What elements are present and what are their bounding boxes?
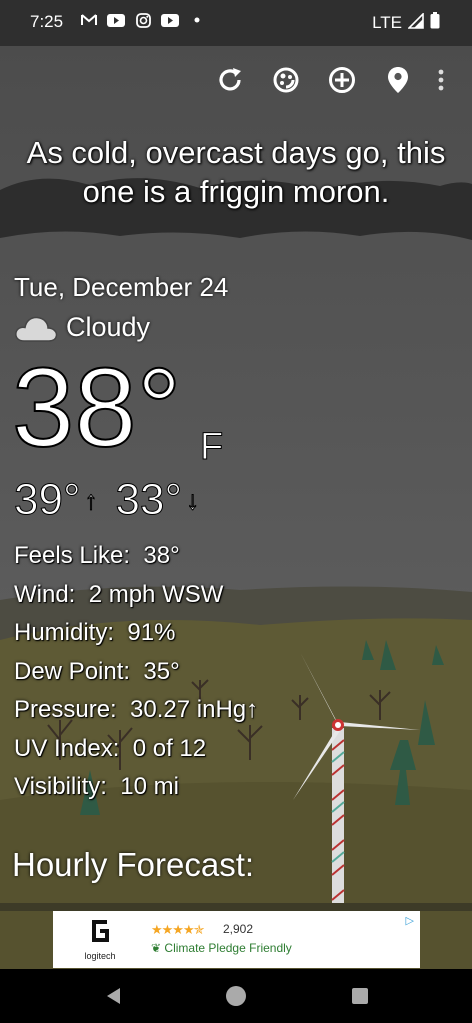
- dot-icon: [188, 12, 206, 28]
- add-location-button[interactable]: [314, 60, 370, 100]
- back-button[interactable]: [101, 983, 127, 1009]
- detail-value: 30.27 inHg↑: [130, 696, 259, 723]
- climate-pledge: ❦ Climate Pledge Friendly: [151, 941, 292, 955]
- more-options-button[interactable]: [426, 60, 456, 100]
- detail-label: UV Index:: [14, 734, 120, 762]
- battery-icon: [430, 12, 440, 34]
- top-toolbar: [202, 60, 456, 100]
- navigation-bar: [0, 969, 472, 1023]
- low-temperature: 33°: [115, 475, 183, 525]
- instagram-icon: [134, 12, 152, 28]
- refresh-icon: [219, 68, 241, 91]
- forecast-date: Tue, December 24: [14, 272, 229, 302]
- detail-row-pressure: Pressure: 30.27 inHg↑: [14, 691, 258, 730]
- detail-label: Wind:: [14, 580, 76, 608]
- detail-value: 10 mi: [120, 773, 179, 800]
- youtube-icon: [107, 12, 125, 28]
- back-icon: [107, 988, 120, 1004]
- detail-label: Pressure:: [14, 696, 117, 723]
- rating-stars: ★★★★✯: [151, 922, 205, 937]
- ad-choices-icon[interactable]: ▷: [406, 914, 414, 927]
- weather-details: Feels Like: 38° Wind: 2 mph WSW Humidity…: [14, 537, 258, 807]
- weather-headline: As cold, overcast days go, this one is a…: [26, 135, 446, 209]
- location-pin-icon: [388, 67, 408, 93]
- cloud-icon: [15, 316, 58, 342]
- add-location-icon: [329, 67, 355, 93]
- more-vert-icon: [438, 69, 444, 91]
- brand-name: logitech: [84, 951, 116, 961]
- home-button[interactable]: [223, 983, 249, 1009]
- detail-row-uv-index: UV Index: 0 of 12: [14, 730, 258, 769]
- status-bar: 7:25 LTE: [0, 0, 472, 46]
- refresh-button[interactable]: [202, 60, 258, 100]
- theme-icon: [273, 67, 299, 93]
- detail-value: 0 of 12: [132, 734, 207, 762]
- location-button[interactable]: [370, 60, 426, 100]
- detail-value: 35°: [143, 657, 180, 685]
- high-low-row: 39° ↑ 33° ↓: [14, 475, 200, 525]
- detail-row-wind: Wind: 2 mph WSW: [14, 576, 258, 615]
- temperature-unit: F: [199, 426, 224, 469]
- status-right: LTE: [372, 11, 440, 34]
- down-arrow-icon: ↓: [186, 484, 200, 515]
- signal-icon: [407, 11, 424, 34]
- network-type: LTE: [372, 13, 402, 32]
- home-icon: [226, 986, 246, 1006]
- recents-icon: [352, 988, 368, 1004]
- detail-row-visibility: Visibility: 10 mi: [14, 768, 258, 807]
- ad-banner[interactable]: logitech ★★★★✯ 2,902 ❦ Climate Pledge Fr…: [53, 911, 420, 968]
- recents-button[interactable]: [347, 983, 373, 1009]
- pledge-label: Climate Pledge Friendly: [164, 941, 292, 955]
- youtube-icon: [161, 12, 179, 28]
- detail-label: Humidity:: [14, 619, 115, 646]
- detail-row-feels-like: Feels Like: 38°: [14, 537, 258, 576]
- condition-label: Cloudy: [66, 312, 151, 342]
- leaf-icon: ❦: [151, 941, 162, 955]
- theme-button[interactable]: [258, 60, 314, 100]
- detail-value: 38°: [143, 542, 180, 569]
- current-temperature: 38°: [11, 345, 182, 470]
- detail-row-dew-point: Dew Point: 35°: [14, 653, 258, 692]
- detail-label: Feels Like:: [14, 542, 131, 569]
- rating-count: 2,902: [223, 922, 254, 936]
- detail-label: Dew Point:: [14, 657, 131, 685]
- high-temperature: 39°: [14, 475, 82, 525]
- detail-row-humidity: Humidity: 91%: [14, 614, 258, 653]
- detail-value: 91%: [127, 619, 176, 646]
- brand-logo: logitech: [77, 916, 123, 961]
- detail-label: Visibility:: [14, 773, 107, 800]
- notification-icons: [80, 12, 206, 28]
- up-arrow-icon: ↑: [84, 484, 98, 515]
- hourly-forecast-title: Hourly Forecast:: [12, 846, 255, 883]
- logitech-g-icon: [92, 920, 109, 942]
- detail-value: 2 mph WSW: [88, 580, 224, 608]
- condition-row: Cloudy: [14, 312, 150, 343]
- status-time: 7:25: [30, 12, 64, 31]
- gmail-icon: [80, 12, 98, 28]
